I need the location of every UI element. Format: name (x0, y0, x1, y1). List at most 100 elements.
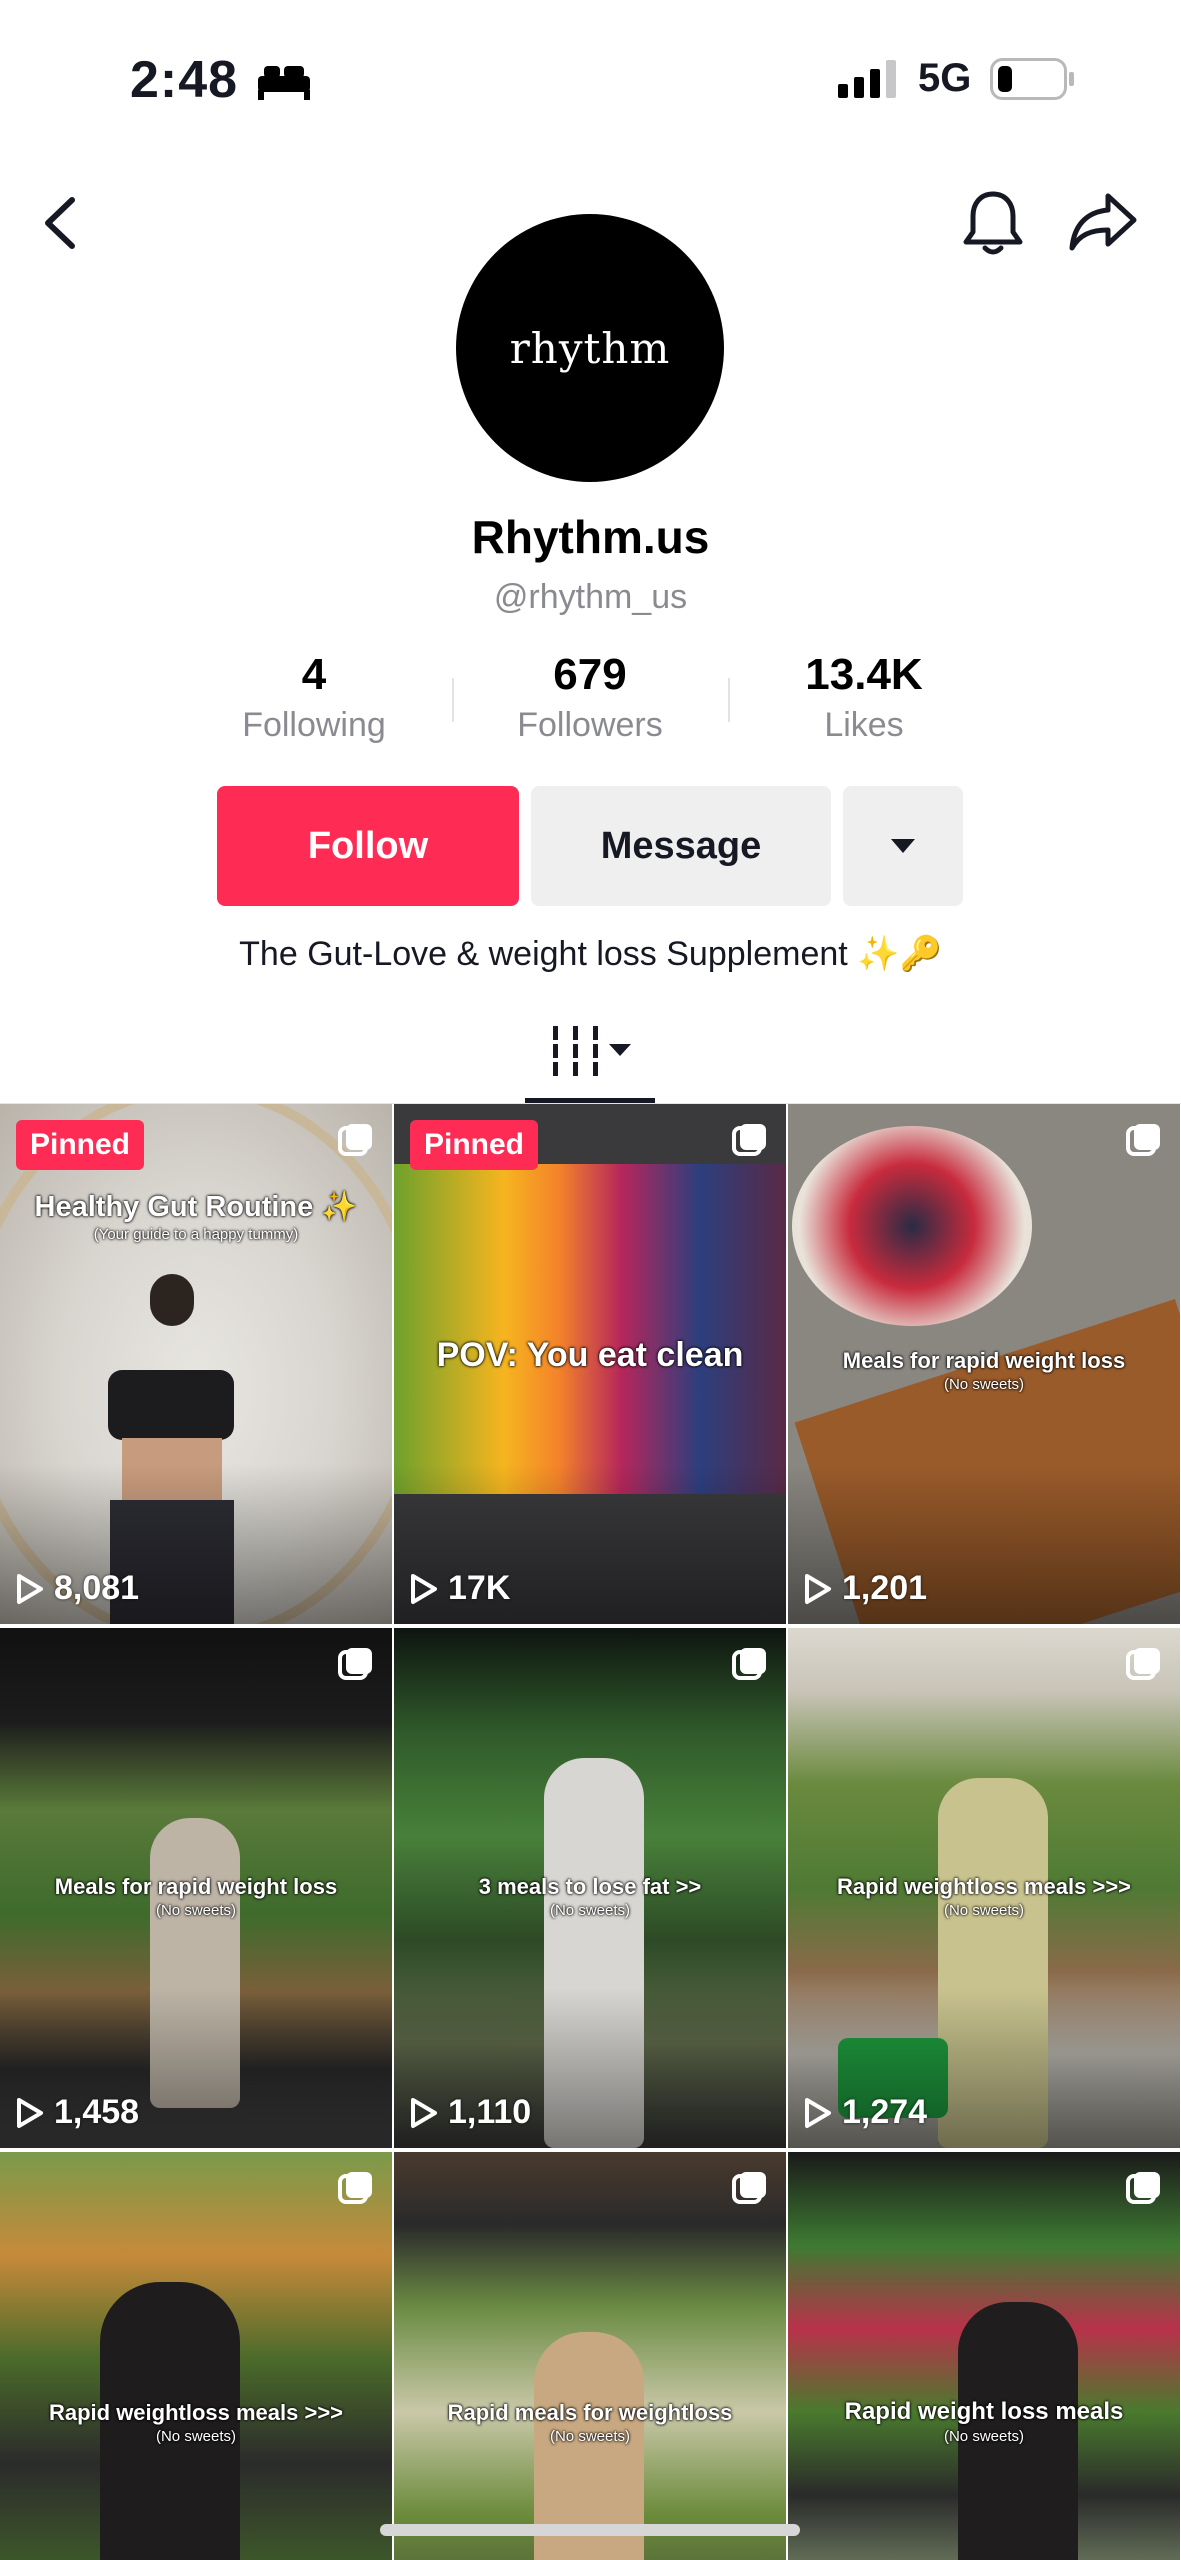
view-count-value: 1,274 (842, 2093, 928, 2131)
multi-video-icon (1126, 2172, 1160, 2204)
play-icon (805, 2097, 831, 2128)
more-options-button[interactable] (843, 786, 963, 906)
view-count: 1,274 (804, 2093, 927, 2132)
cellular-signal-icon (838, 60, 902, 103)
multi-video-icon (732, 1648, 766, 1680)
video-caption-title: Healthy Gut Routine ✨ (34, 1191, 358, 1223)
view-count-value: 17K (448, 1569, 511, 1607)
play-icon (805, 1573, 831, 1604)
stat-divider (452, 678, 454, 722)
video-tile[interactable]: Pinned Healthy Gut Routine ✨ (Your guide… (0, 1104, 392, 1624)
berry-bowl (792, 1126, 1032, 1326)
stat-following-value: 4 (301, 650, 327, 699)
view-count: 8,081 (16, 1569, 139, 1608)
status-bar: 2:48 5G (0, 0, 1181, 160)
stat-likes[interactable]: 13.4K Likes (734, 650, 994, 745)
home-indicator[interactable] (380, 2524, 800, 2536)
multi-video-icon (338, 2172, 372, 2204)
view-count: 1,110 (410, 2093, 531, 2132)
video-caption: Meals for rapid weight loss (No sweets) (788, 1348, 1180, 1393)
video-caption: Rapid weight loss meals (No sweets) (788, 2398, 1180, 2445)
video-caption: Rapid weightloss meals >>> (No sweets) (788, 1874, 1180, 1919)
multi-video-icon (1126, 1124, 1160, 1156)
bed-icon (256, 62, 312, 105)
stat-followers[interactable]: 679 Followers (460, 650, 720, 745)
share-button[interactable] (1068, 190, 1140, 256)
profile-bio: The Gut-Love & weight loss Supplement ✨🔑 (239, 935, 942, 973)
multi-video-icon (338, 1124, 372, 1156)
play-icon (411, 2097, 437, 2128)
video-caption-title: POV: You eat clean (436, 1336, 744, 1374)
multi-video-icon (732, 1124, 766, 1156)
video-tile[interactable]: Meals for rapid weight loss (No sweets) … (788, 1104, 1180, 1624)
video-caption-title: Rapid weight loss meals (844, 2398, 1124, 2425)
video-caption: Rapid weightloss meals >>> (No sweets) (0, 2400, 392, 2445)
view-count-value: 1,110 (448, 2093, 532, 2131)
video-caption: POV: You eat clean (394, 1336, 786, 1375)
stat-followers-value: 679 (553, 650, 627, 699)
caret-down-icon (891, 839, 915, 853)
video-caption-subtitle: (No sweets) (943, 1902, 1025, 1919)
view-count: 1,458 (16, 2093, 139, 2132)
video-caption-subtitle: (No sweets) (155, 2428, 237, 2445)
back-button[interactable] (36, 190, 92, 256)
pinned-badge: Pinned (16, 1120, 145, 1170)
multi-video-icon (1126, 1648, 1160, 1680)
view-count-value: 8,081 (54, 1569, 140, 1607)
video-caption-title: Meals for rapid weight loss (54, 1874, 338, 1899)
video-caption-subtitle: (No sweets) (549, 1902, 631, 1919)
video-tile[interactable]: Rapid weightloss meals >>> (No sweets) 1… (788, 1628, 1180, 2148)
view-count: 17K (410, 1569, 510, 1608)
notification-button[interactable] (960, 188, 1026, 258)
battery-icon (990, 58, 1076, 105)
video-tile[interactable]: 3 meals to lose fat >> (No sweets) 1,110 (394, 1628, 786, 2148)
video-caption: Healthy Gut Routine ✨ (Your guide to a h… (0, 1190, 392, 1243)
profile-display-name: Rhythm.us (471, 511, 710, 563)
video-caption-title: Meals for rapid weight loss (842, 1348, 1126, 1373)
avatar[interactable]: rhythm (456, 214, 724, 482)
video-caption-subtitle: (No sweets) (549, 2428, 631, 2445)
video-tile[interactable]: Rapid weightloss meals >>> (No sweets) (0, 2152, 392, 2560)
video-caption-title: Rapid meals for weightloss (447, 2400, 733, 2425)
view-count-value: 1,201 (842, 1569, 928, 1607)
multi-video-icon (732, 2172, 766, 2204)
video-caption-subtitle: (No sweets) (943, 1376, 1025, 1393)
video-caption-subtitle: (No sweets) (943, 2428, 1025, 2445)
grid-bars-icon (553, 1026, 631, 1076)
stat-following-label: Following (242, 706, 386, 744)
avatar-logo-text: rhythm (509, 323, 671, 373)
video-caption-title: Rapid weightloss meals >>> (48, 2400, 344, 2425)
follow-button[interactable]: Follow (217, 786, 519, 906)
bell-icon (963, 191, 1023, 255)
play-icon (17, 1573, 43, 1604)
video-tile[interactable]: Rapid meals for weightloss (No sweets) (394, 2152, 786, 2560)
video-tile[interactable]: Meals for rapid weight loss (No sweets) … (0, 1628, 392, 2148)
profile-handle: @rhythm_us (493, 578, 688, 616)
video-caption-title: 3 meals to lose fat >> (478, 1874, 702, 1899)
fruit-board (394, 1164, 786, 1494)
network-type: 5G (918, 56, 972, 100)
video-caption: Meals for rapid weight loss (No sweets) (0, 1874, 392, 1919)
pinned-badge: Pinned (410, 1120, 539, 1170)
video-caption-subtitle: (No sweets) (155, 1902, 237, 1919)
share-arrow-icon (1069, 193, 1137, 251)
stat-following[interactable]: 4 Following (184, 650, 444, 745)
stat-likes-label: Likes (824, 706, 904, 744)
status-time: 2:48 (130, 51, 239, 109)
chevron-left-icon (45, 197, 75, 249)
stat-likes-value: 13.4K (805, 650, 923, 699)
multi-video-icon (338, 1648, 372, 1680)
message-button[interactable]: Message (531, 786, 831, 906)
figure-head (150, 1274, 194, 1326)
video-caption-title: Rapid weightloss meals >>> (836, 1874, 1132, 1899)
video-tile[interactable]: Rapid weight loss meals (No sweets) (788, 2152, 1180, 2560)
video-tile[interactable]: Pinned POV: You eat clean 17K (394, 1104, 786, 1624)
video-caption: Rapid meals for weightloss (No sweets) (394, 2400, 786, 2445)
view-count-value: 1,458 (54, 2093, 140, 2131)
video-caption: 3 meals to lose fat >> (No sweets) (394, 1874, 786, 1919)
tab-videos[interactable] (525, 1020, 657, 1104)
profile-stats: 4 Following 679 Followers 13.4K Likes (0, 650, 1181, 760)
play-icon (17, 2097, 43, 2128)
play-icon (411, 1573, 437, 1604)
stat-divider (728, 678, 730, 722)
